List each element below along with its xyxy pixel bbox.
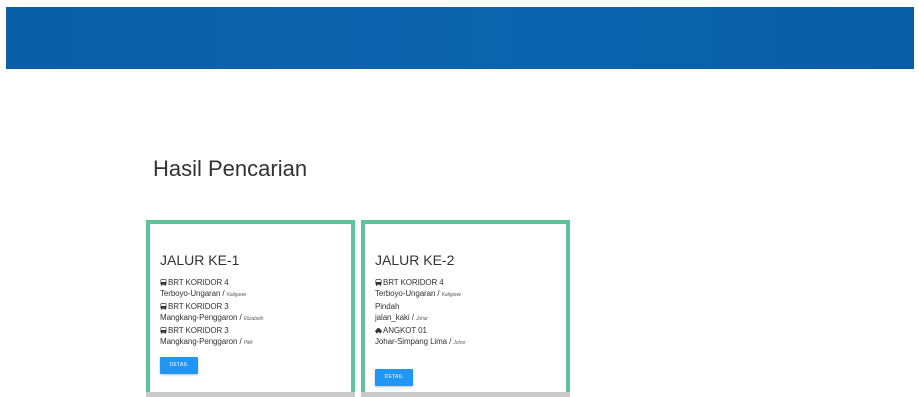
car-icon (375, 327, 382, 334)
route-step: jalan_kaki / Johar (375, 313, 428, 322)
route-step: ANGKOT 01 (375, 325, 565, 336)
route-steps: BRT KORIDOR 4 Terboyo-Ungaran / Kaligawe… (160, 277, 350, 349)
route-step: BRT KORIDOR 4 (160, 277, 350, 288)
route-steps: BRT KORIDOR 4 Terboyo-Ungaran / Kaligawe… (375, 277, 565, 349)
card-bottom-edge (146, 392, 355, 397)
card-bottom-edge (361, 392, 570, 397)
detail-button[interactable]: DETAIL (160, 357, 198, 374)
route-step: Mangkang-Penggaron / Elizabeth (160, 313, 264, 322)
bus-icon (160, 303, 167, 310)
bus-icon (160, 327, 167, 334)
route-step: Johar-Simpang Lima / Johar (375, 337, 466, 346)
route-step: BRT KORIDOR 4 (375, 277, 565, 288)
route-card-title: JALUR KE-1 (160, 252, 240, 268)
bus-icon (375, 279, 382, 286)
bus-icon (160, 279, 167, 286)
route-step: Mangkang-Penggaron / Pitik (160, 337, 253, 346)
top-header-bar (6, 7, 914, 69)
route-step: Pindah (375, 302, 400, 311)
page-title: Hasil Pencarian (153, 156, 308, 181)
route-step: BRT KORIDOR 3 (160, 325, 350, 336)
route-step: Terboyo-Ungaran / Kaligawe (160, 289, 247, 298)
route-card-1: JALUR KE-1 BRT KORIDOR 4 Terboyo-Ungaran… (146, 220, 355, 397)
route-card-title: JALUR KE-2 (375, 252, 455, 268)
detail-button[interactable]: DETAIL (375, 369, 413, 386)
route-step: BRT KORIDOR 3 (160, 301, 350, 312)
route-card-2: JALUR KE-2 BRT KORIDOR 4 Terboyo-Ungaran… (361, 220, 570, 397)
route-step: Terboyo-Ungaran / Kaligawe (375, 289, 462, 298)
